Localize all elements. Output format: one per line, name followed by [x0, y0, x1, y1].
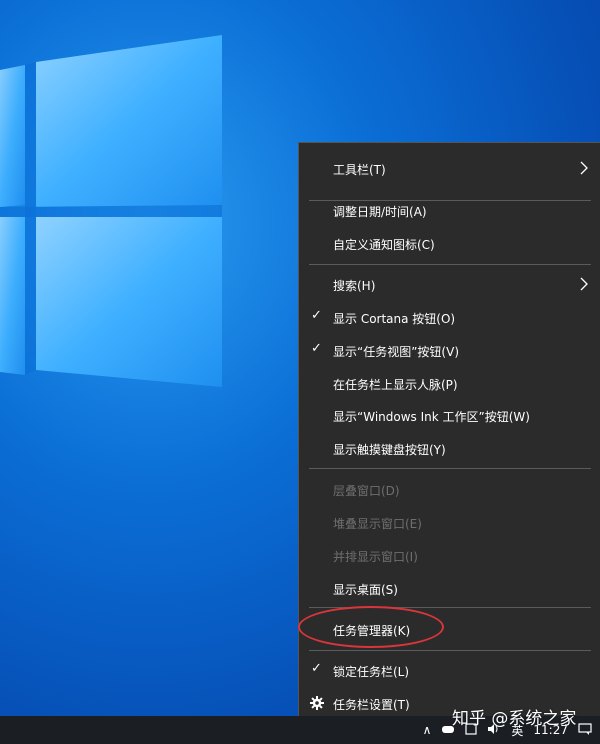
checkmark-icon: ✓ — [311, 341, 322, 356]
menu-item-side-by-side-windows: 并排显示窗口(I) — [299, 539, 600, 571]
menu-item-show-touch-keyboard-button[interactable]: 显示触摸键盘按钮(Y) — [299, 432, 600, 464]
menu-item-show-task-view-button[interactable]: ✓ 显示“任务视图”按钮(V) — [299, 334, 600, 366]
menu-item-label: 搜索(H) — [333, 279, 376, 293]
menu-item-label: 并排显示窗口(I) — [333, 550, 418, 564]
menu-item-show-people[interactable]: 在任务栏上显示人脉(P) — [299, 367, 600, 399]
menu-separator — [309, 264, 591, 265]
watermark-text: 知乎 @系统之家 — [452, 709, 577, 729]
menu-item-customize-notification-icons[interactable]: 自定义通知图标(C) — [299, 227, 600, 259]
chevron-right-icon — [580, 277, 588, 291]
menu-item-label: 任务栏设置(T) — [333, 698, 410, 712]
menu-item-label: 工具栏(T) — [333, 163, 386, 177]
menu-item-label: 显示触摸键盘按钮(Y) — [333, 443, 446, 457]
menu-separator — [309, 607, 591, 608]
menu-item-task-manager[interactable]: 任务管理器(K) — [299, 613, 600, 645]
menu-item-search[interactable]: 搜索(H) — [299, 268, 600, 300]
menu-item-stack-windows: 堆叠显示窗口(E) — [299, 506, 600, 538]
menu-item-lock-taskbar[interactable]: ✓ 锁定任务栏(L) — [299, 654, 600, 686]
taskbar-context-menu: 工具栏(T) 调整日期/时间(A) 自定义通知图标(C) 搜索(H) ✓ 显示 … — [298, 142, 600, 722]
menu-item-label: 锁定任务栏(L) — [333, 665, 410, 679]
menu-item-label: 自定义通知图标(C) — [333, 238, 435, 252]
menu-item-label: 层叠窗口(D) — [333, 484, 400, 498]
chevron-right-icon — [580, 161, 588, 175]
checkmark-icon: ✓ — [311, 308, 322, 323]
menu-item-label: 调整日期/时间(A) — [333, 205, 427, 219]
menu-item-toolbars[interactable]: 工具栏(T) — [299, 152, 600, 184]
menu-item-label: 任务管理器(K) — [333, 624, 411, 638]
gear-icon — [310, 696, 324, 710]
menu-item-show-windows-ink-button[interactable]: 显示“Windows Ink 工作区”按钮(W) — [299, 399, 600, 431]
menu-item-label: 显示桌面(S) — [333, 583, 398, 597]
menu-separator — [309, 650, 591, 651]
menu-item-label: 显示“任务视图”按钮(V) — [333, 345, 460, 359]
menu-item-show-desktop[interactable]: 显示桌面(S) — [299, 572, 600, 604]
menu-item-label: 在任务栏上显示人脉(P) — [333, 378, 458, 392]
menu-item-label: 显示“Windows Ink 工作区”按钮(W) — [333, 410, 530, 424]
show-hidden-icons-chevron[interactable]: ∧ — [423, 723, 432, 737]
menu-item-label: 显示 Cortana 按钮(O) — [333, 312, 456, 326]
notification-center-icon[interactable] — [578, 722, 592, 738]
menu-item-adjust-date-time[interactable]: 调整日期/时间(A) — [299, 194, 600, 226]
menu-separator — [309, 468, 591, 469]
checkmark-icon: ✓ — [311, 661, 322, 676]
menu-item-show-cortana-button[interactable]: ✓ 显示 Cortana 按钮(O) — [299, 301, 600, 333]
menu-item-cascade-windows: 层叠窗口(D) — [299, 473, 600, 505]
menu-item-label: 堆叠显示窗口(E) — [333, 517, 422, 531]
